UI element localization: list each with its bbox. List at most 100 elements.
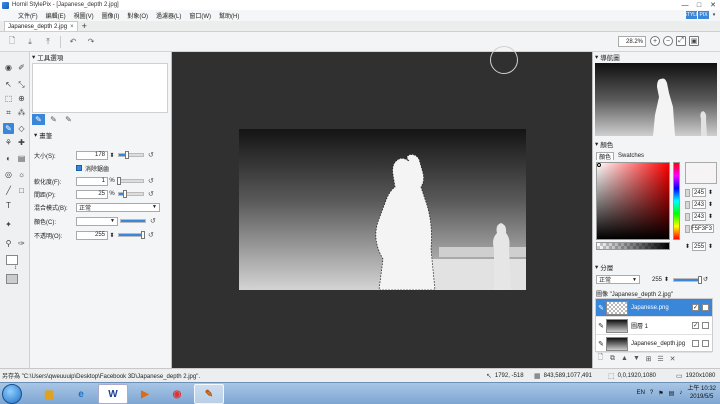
eye-tool-icon[interactable]: ◉ — [3, 62, 14, 73]
redeye-tool-icon[interactable]: ◎ — [3, 169, 14, 180]
eyedropper-tool-icon[interactable]: ✐ — [16, 62, 27, 73]
preset-list[interactable] — [32, 63, 168, 113]
menu-object[interactable]: 對象(O) — [123, 11, 152, 20]
stylepix-icon[interactable]: ✎ — [194, 384, 224, 404]
canvas-image[interactable] — [239, 129, 526, 290]
maximize-button[interactable]: □ — [692, 0, 706, 10]
doc-tab[interactable]: Japanese_depth 2.jpg × — [4, 21, 78, 31]
hue-slider[interactable] — [673, 162, 680, 240]
layer-properties-icon[interactable]: ☰ — [656, 354, 665, 363]
layer-opacity-value[interactable]: 255 — [652, 277, 662, 283]
new-tab-button[interactable]: + — [82, 21, 87, 31]
clock[interactable]: 上午 10:32 2019/5/5 — [687, 385, 716, 401]
transform-tool-icon[interactable]: ⤡ — [16, 79, 27, 90]
layer-opacity-reset-icon[interactable]: ↺ — [703, 276, 708, 283]
opacity-reset-icon[interactable]: ↺ — [148, 231, 154, 239]
tray-volume-icon[interactable]: ♪ — [679, 390, 682, 396]
fit-window-icon[interactable]: ⤢ — [676, 36, 686, 46]
zoom-level-field[interactable]: 28.2% — [618, 36, 646, 47]
spacing-input[interactable]: 25 — [76, 189, 108, 199]
collapse-arrow-icon[interactable]: ▾ — [32, 53, 35, 61]
brush-color-select[interactable]: ▼ — [76, 216, 118, 226]
eraser-tool-icon[interactable]: ◇ — [16, 123, 27, 134]
brush-section-header[interactable]: ▾ 畫筆 — [32, 130, 52, 140]
tray-help-icon[interactable]: ? — [650, 390, 653, 396]
rect-select-icon[interactable]: ⬚ — [3, 93, 14, 104]
spinner-icon[interactable]: ⬍ — [664, 276, 669, 283]
layer-lock-checkbox[interactable] — [702, 304, 709, 311]
alpha-slider[interactable] — [596, 242, 670, 250]
move-tool-icon[interactable]: ↖ — [3, 79, 14, 90]
text-tool-icon[interactable]: T — [3, 200, 14, 211]
swap-colors-icon[interactable]: ↕ — [14, 265, 17, 271]
spinner-icon[interactable]: ⬍ — [708, 243, 713, 250]
media-player-icon[interactable]: ▶ — [130, 384, 160, 404]
opacity-input[interactable]: 255 — [76, 230, 108, 240]
layer-visible-checkbox[interactable]: ✓ — [692, 304, 699, 311]
layer-opacity-slider[interactable] — [673, 275, 703, 284]
crop-tool-icon[interactable]: ⌗ — [3, 107, 14, 118]
opacity-spinner-icon[interactable]: ⬍ — [108, 232, 116, 239]
menu-help[interactable]: 幫助(H) — [215, 11, 243, 20]
size-slider[interactable] — [118, 151, 144, 159]
merge-layer-icon[interactable]: ⊞ — [644, 354, 653, 363]
save-file-icon[interactable]: ⤒ — [42, 36, 54, 48]
navigator-header[interactable]: ▾ 導航圖 — [593, 52, 720, 62]
redo-icon[interactable]: ↷ — [85, 36, 97, 48]
pen-mode-tab[interactable]: ✎ — [47, 114, 60, 125]
airbrush-mode-tab[interactable]: ✎ — [62, 114, 75, 125]
word-icon[interactable]: W — [98, 384, 128, 404]
hex-input[interactable]: F5F3F3 — [691, 224, 714, 233]
actual-size-icon[interactable]: ▣ — [689, 36, 699, 46]
saturation-value-picker[interactable] — [596, 162, 670, 240]
layers-header[interactable]: ▾ 分層 — [593, 262, 720, 272]
background-color-swatch[interactable] — [6, 274, 18, 284]
collapse-arrow-icon[interactable]: ▾ — [34, 131, 37, 139]
fill-tool-icon[interactable]: ◐ — [3, 153, 14, 164]
green-input[interactable]: 243 — [692, 200, 706, 209]
size-reset-icon[interactable]: ↺ — [148, 151, 154, 159]
tab-color[interactable]: 顏色 — [596, 152, 615, 161]
navigator-thumbnail[interactable] — [595, 63, 717, 136]
gradient-tool-icon[interactable]: ▤ — [16, 153, 27, 164]
tab-swatches[interactable]: Swatches — [616, 152, 646, 160]
tray-flag-icon[interactable]: ⚑ — [658, 390, 663, 397]
foreground-color-swatch[interactable] — [6, 255, 18, 265]
tool-options-header[interactable]: ▾ 工具選項 — [30, 52, 171, 62]
layer-up-icon[interactable]: ▲ — [620, 354, 629, 363]
zoom-tool-icon[interactable]: ⚲ — [3, 238, 14, 249]
layer-lock-checkbox[interactable] — [702, 340, 709, 347]
open-file-icon[interactable]: ⤓ — [24, 36, 36, 48]
softness-slider[interactable] — [117, 177, 144, 185]
layer-blend-select[interactable]: 正常 ▼ — [596, 275, 640, 284]
layer-lock-checkbox[interactable] — [702, 322, 709, 329]
collapse-arrow-icon[interactable]: ▾ — [595, 140, 598, 148]
delete-layer-icon[interactable]: ✕ — [668, 354, 677, 363]
layer-row[interactable]: ✎ Japanese.png ✓ — [596, 299, 712, 317]
layer-row[interactable]: ✎ Japanese_depth.jpg — [596, 335, 712, 353]
zoom-in-icon[interactable]: + — [650, 36, 660, 46]
bandage-tool-icon[interactable]: ✦ — [3, 219, 14, 230]
color-slider[interactable] — [120, 219, 146, 223]
layer-down-icon[interactable]: ▼ — [632, 354, 641, 363]
spacing-slider[interactable] — [118, 190, 144, 198]
blend-mode-select[interactable]: 正常 ▼ — [76, 202, 160, 212]
size-input[interactable]: 178 — [76, 150, 108, 160]
softness-reset-icon[interactable]: ↺ — [148, 177, 154, 185]
layer-row[interactable]: ✎ 圖層 1 ✓ — [596, 317, 712, 335]
antialias-checkbox[interactable] — [76, 165, 82, 171]
menu-edit[interactable]: 編輯(E) — [42, 11, 70, 20]
shape-tool-icon[interactable]: □ — [16, 185, 27, 196]
menu-dropdown-icon[interactable]: ▾ — [710, 11, 718, 19]
chrome-icon[interactable]: ◉ — [162, 384, 192, 404]
menu-file[interactable]: 文件(F) — [14, 11, 42, 20]
blue-input[interactable]: 243 — [692, 212, 706, 221]
lasso-select-icon[interactable]: ⊕ — [16, 93, 27, 104]
menu-filter[interactable]: 過濾器(L) — [152, 11, 185, 20]
menu-view[interactable]: 視圖(V) — [70, 11, 98, 20]
tab-close-icon[interactable]: × — [70, 24, 74, 30]
spinner-icon[interactable]: ⬍ — [708, 189, 713, 196]
color-picker-icon[interactable]: ✑ — [16, 238, 27, 249]
line-tool-icon[interactable]: ╱ — [3, 185, 14, 196]
new-file-icon[interactable]: 🗋 — [6, 36, 18, 48]
